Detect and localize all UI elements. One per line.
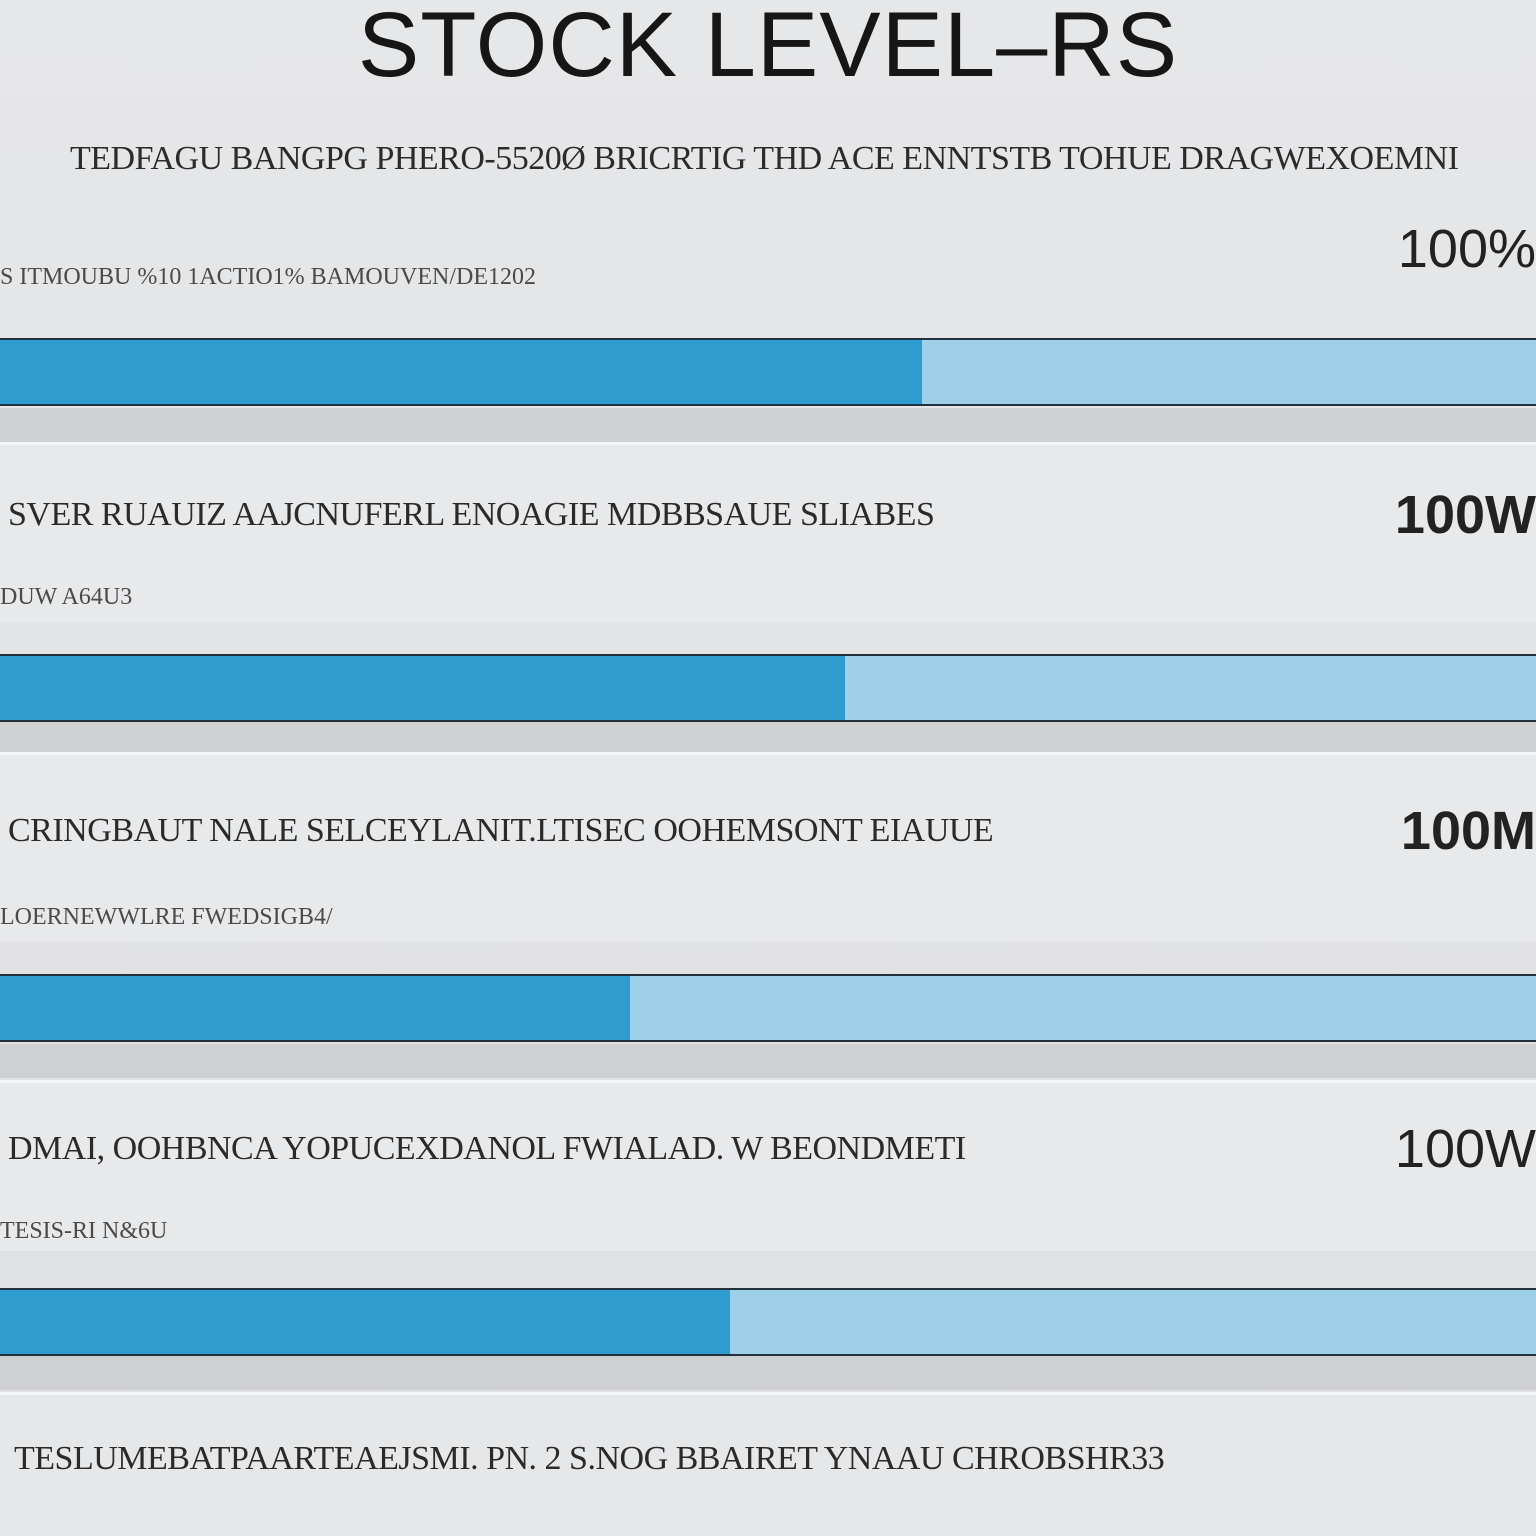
row-divider (0, 1044, 1536, 1078)
row-percent: 100W (1394, 1119, 1536, 1179)
stock-progress-fill (0, 340, 922, 404)
page-subtitle: TEDFAGU BANGPG PHERO-5520Ø BRICRTIG THD … (70, 140, 1459, 177)
page-title: STOCK LEVEL–RS (357, 0, 1179, 96)
row-caption: DUW A64U3 (0, 584, 133, 610)
stock-progress-fill (0, 1290, 730, 1354)
row-percent: 100M (1400, 801, 1536, 861)
stock-progress-bar (0, 338, 1536, 406)
row-caption: TESIS-RI N&6U (0, 1218, 168, 1244)
row-percent: 100W (1394, 485, 1536, 545)
footer-text: TESLUMEBATPAARTEAEJSMI. PN. 2 S.NOG BBAI… (14, 1440, 1165, 1477)
stock-progress-fill (0, 656, 845, 720)
row-label: CRINGBAUT NALE SELCEYLANIT.LTISEC OOHEMS… (8, 812, 994, 849)
row-caption: LOERNEWWLRE FWEDSIGB4/ (0, 904, 333, 930)
stock-progress-bar (0, 1288, 1536, 1356)
stock-progress-bar (0, 974, 1536, 1042)
row-divider (0, 1356, 1536, 1390)
row-caption: S ITMOUBU %10 1ACTIO1% BAMOUVEN/DE1202 (0, 264, 536, 290)
row-divider (0, 408, 1536, 442)
row-label: SVER RUAUIZ AAJCNUFERL ENOAGIE MDBBSAUE … (8, 496, 935, 533)
stock-progress-bar (0, 654, 1536, 722)
row-percent: 100% (1397, 219, 1536, 279)
stock-progress-fill (0, 976, 630, 1040)
stock-levels-page: STOCK LEVEL–RS TEDFAGU BANGPG PHERO-5520… (0, 0, 1536, 1536)
row-divider (0, 722, 1536, 756)
row-label: DMAI, OOHBNCA YOPUCEXDANOL FWIALAD. W BE… (8, 1130, 966, 1167)
